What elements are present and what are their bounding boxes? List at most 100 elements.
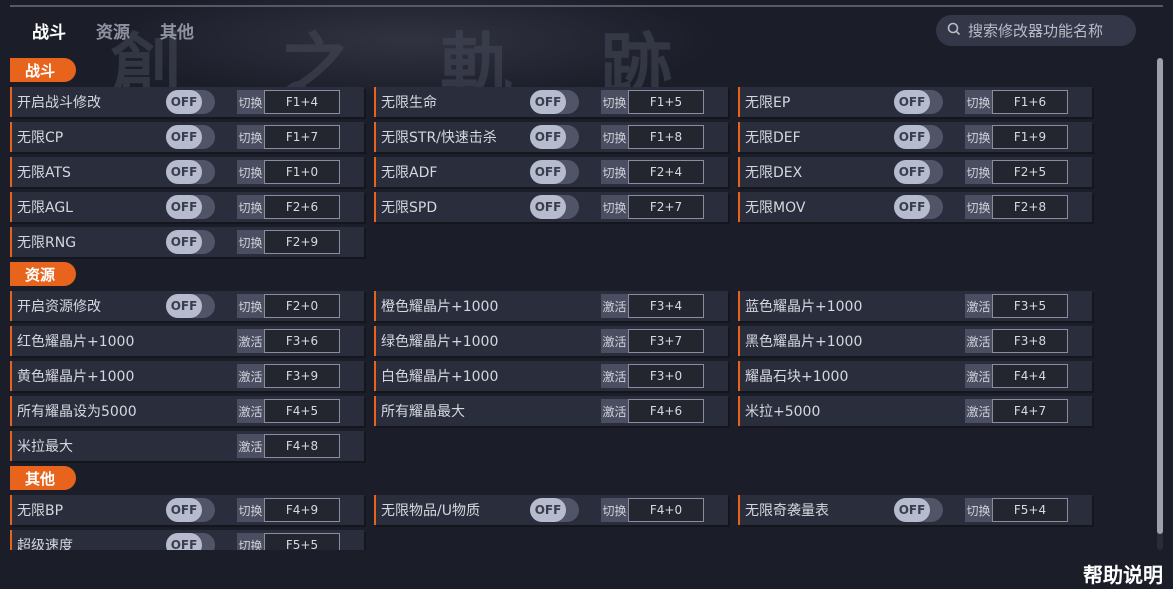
hotkey-input[interactable]: F1+7 (264, 125, 340, 149)
hotkey-action-label: 切换 (237, 160, 264, 184)
toggle-switch[interactable]: OFF (894, 90, 943, 114)
search-box[interactable] (936, 15, 1136, 46)
toggle-switch[interactable]: OFF (166, 195, 215, 219)
hotkey-action-label: 激活 (601, 329, 628, 353)
hotkey-input[interactable]: F4+5 (264, 399, 340, 423)
search-input[interactable] (968, 21, 1128, 40)
toggle-state: OFF (530, 90, 566, 114)
cheat-name: 所有耀晶最大 (381, 404, 465, 420)
scrollbar[interactable] (1157, 58, 1163, 550)
cheat-row: 无限EP OFF 切换 F1+6 (738, 87, 1092, 117)
hotkey-action-label: 切换 (965, 498, 992, 522)
tab-combat[interactable]: 战斗 (32, 18, 66, 43)
cheat-row: 米拉最大 激活 F4+8 (10, 431, 364, 461)
hotkey-input[interactable]: F2+7 (628, 195, 704, 219)
toggle-switch[interactable]: OFF (894, 160, 943, 184)
cheat-name: 超级速度 (17, 538, 73, 550)
cheat-name: 黄色耀晶片+1000 (17, 369, 135, 385)
hotkey-action-label: 切换 (601, 90, 628, 114)
scrollbar-thumb[interactable] (1157, 58, 1163, 534)
cheat-name: 无限奇袭量表 (745, 503, 829, 519)
hotkey-input[interactable]: F2+0 (264, 294, 340, 318)
hotkey-input[interactable]: F3+5 (992, 294, 1068, 318)
hotkey-input[interactable]: F1+4 (264, 90, 340, 114)
cheat-row: 无限ADF OFF 切换 F2+4 (374, 157, 728, 187)
toggle-switch[interactable]: OFF (166, 498, 215, 522)
hotkey-input[interactable]: F4+6 (628, 399, 704, 423)
hotkey-input[interactable]: F2+5 (992, 160, 1068, 184)
hotkey-input[interactable]: F2+9 (264, 230, 340, 254)
cheat-row: 蓝色耀晶片+1000 激活 F3+5 (738, 291, 1092, 321)
toggle-switch[interactable]: OFF (166, 230, 215, 254)
hotkey-input[interactable]: F5+4 (992, 498, 1068, 522)
toggle-switch[interactable]: OFF (894, 195, 943, 219)
toggle-state: OFF (166, 294, 202, 318)
toggle-switch[interactable]: OFF (530, 160, 579, 184)
cheat-list: 战斗 开启战斗修改 OFF 切换 F1+4 无限生命 OFF 切换 F1+5 无限EP OFF 切换 F… (10, 58, 1155, 550)
hotkey-input[interactable]: F5+5 (264, 533, 340, 550)
hotkey-input[interactable]: F1+5 (628, 90, 704, 114)
cheat-row: 无限CP OFF 切换 F1+7 (10, 122, 364, 152)
cheat-row: 无限AGL OFF 切换 F2+6 (10, 192, 364, 222)
toggle-switch[interactable]: OFF (894, 125, 943, 149)
search-icon (947, 21, 961, 40)
tab-other[interactable]: 其他 (160, 18, 194, 43)
hotkey-input[interactable]: F3+0 (628, 364, 704, 388)
toggle-switch[interactable]: OFF (166, 90, 215, 114)
toggle-switch[interactable]: OFF (166, 125, 215, 149)
cheat-row: 所有耀晶最大 激活 F4+6 (374, 396, 728, 426)
hotkey-input[interactable]: F1+6 (992, 90, 1068, 114)
hotkey-action-label: 切换 (601, 195, 628, 219)
cheat-row: 黑色耀晶片+1000 激活 F3+8 (738, 326, 1092, 356)
hotkey-input[interactable]: F4+8 (264, 434, 340, 458)
hotkey-input[interactable]: F3+4 (628, 294, 704, 318)
hotkey-input[interactable]: F3+7 (628, 329, 704, 353)
toggle-switch[interactable]: OFF (530, 195, 579, 219)
hotkey-action-label: 切换 (601, 160, 628, 184)
cheat-row: 无限ATS OFF 切换 F1+0 (10, 157, 364, 187)
hotkey-input[interactable]: F2+6 (264, 195, 340, 219)
hotkey-input[interactable]: F3+6 (264, 329, 340, 353)
tab-resources[interactable]: 资源 (96, 18, 130, 43)
hotkey-action-label: 切换 (237, 230, 264, 254)
cheat-name: 开启资源修改 (17, 299, 101, 315)
hotkey-action-label: 切换 (965, 195, 992, 219)
hotkey-input[interactable]: F2+4 (628, 160, 704, 184)
hotkey-input[interactable]: F4+9 (264, 498, 340, 522)
hotkey-input[interactable]: F1+0 (264, 160, 340, 184)
toggle-switch[interactable]: OFF (166, 294, 215, 318)
hotkey-input[interactable]: F4+4 (992, 364, 1068, 388)
section-grid: 无限BP OFF 切换 F4+9 无限物品/U物质 OFF 切换 F4+0 无限奇袭量表 OFF 切… (10, 495, 1155, 550)
toggle-state: OFF (894, 160, 930, 184)
hotkey-action-label: 切换 (237, 195, 264, 219)
hotkey-input[interactable]: F3+8 (992, 329, 1068, 353)
toggle-switch[interactable]: OFF (530, 498, 579, 522)
help-link[interactable]: 帮助说明 (1083, 559, 1163, 588)
hotkey-action-label: 激活 (601, 294, 628, 318)
cheat-row: 无限MOV OFF 切换 F2+8 (738, 192, 1092, 222)
toggle-state: OFF (894, 125, 930, 149)
cheat-row: 无限RNG OFF 切换 F2+9 (10, 227, 364, 257)
toggle-switch[interactable]: OFF (166, 533, 215, 550)
hotkey-action-label: 激活 (601, 364, 628, 388)
toggle-state: OFF (166, 160, 202, 184)
toggle-switch[interactable]: OFF (166, 160, 215, 184)
toggle-state: OFF (530, 160, 566, 184)
cheat-row: 开启资源修改 OFF 切换 F2+0 (10, 291, 364, 321)
hotkey-input[interactable]: F2+8 (992, 195, 1068, 219)
toggle-switch[interactable]: OFF (530, 125, 579, 149)
hotkey-input[interactable]: F1+8 (628, 125, 704, 149)
cheat-name: 开启战斗修改 (17, 95, 101, 111)
hotkey-input[interactable]: F4+7 (992, 399, 1068, 423)
hotkey-input[interactable]: F1+9 (992, 125, 1068, 149)
tab-bar: 战斗 资源 其他 (32, 18, 194, 43)
section-grid: 开启战斗修改 OFF 切换 F1+4 无限生命 OFF 切换 F1+5 无限EP OFF 切换 F1+… (10, 87, 1155, 257)
hotkey-input[interactable]: F4+0 (628, 498, 704, 522)
hotkey-input[interactable]: F3+9 (264, 364, 340, 388)
toggle-switch[interactable]: OFF (530, 90, 579, 114)
cheat-name: 无限生命 (381, 95, 437, 111)
cheat-name: 无限RNG (17, 235, 77, 251)
hotkey-action-label: 激活 (965, 329, 992, 353)
hotkey-action-label: 切换 (237, 90, 264, 114)
toggle-switch[interactable]: OFF (894, 498, 943, 522)
